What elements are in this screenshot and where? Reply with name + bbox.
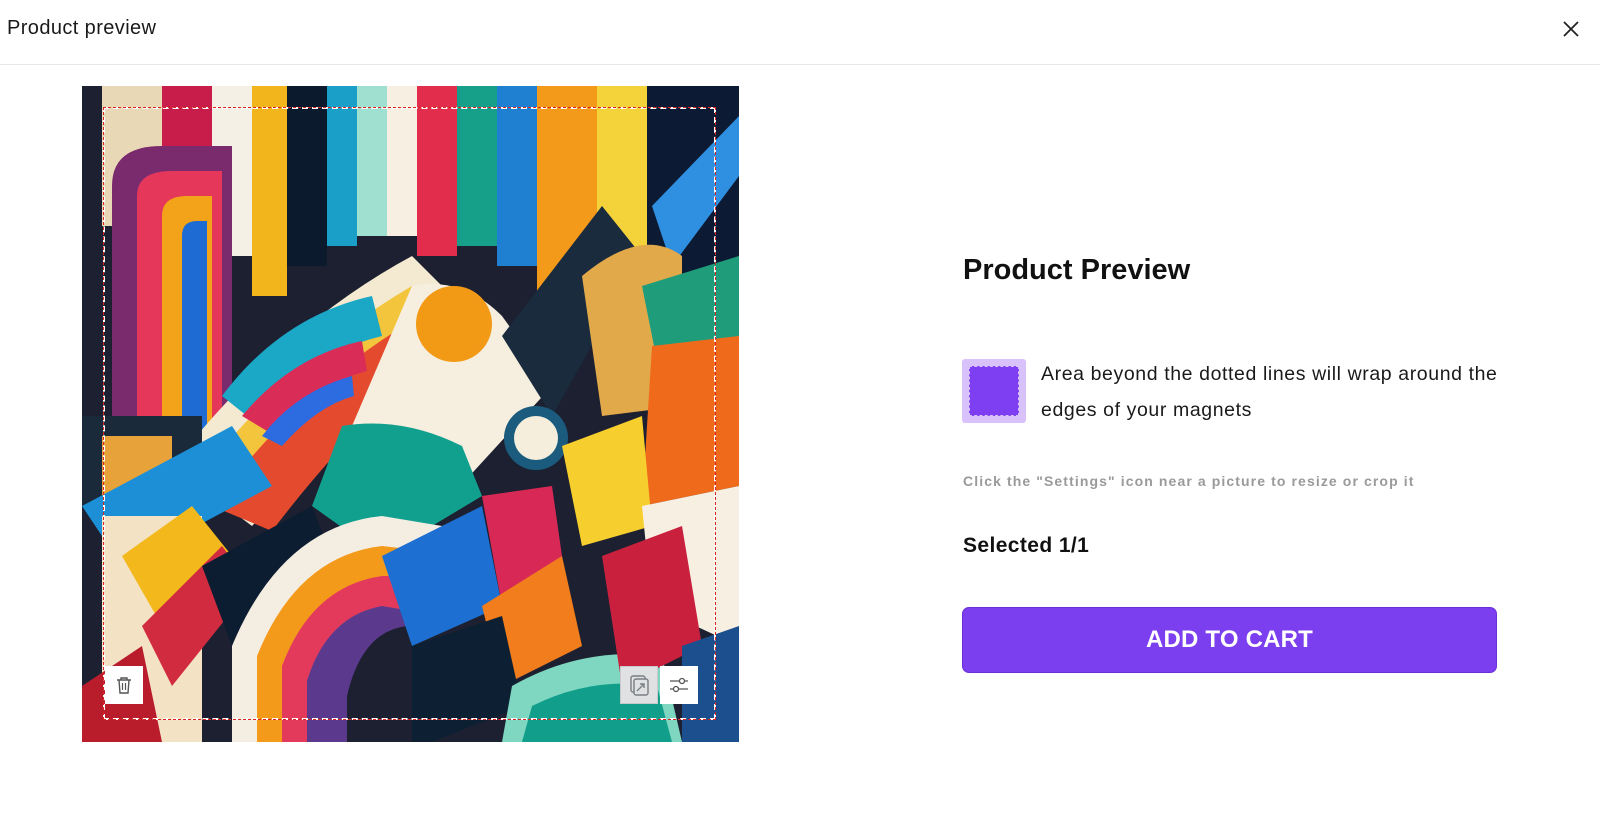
settings-hint: Click the "Settings" icon near a picture… — [963, 473, 1415, 489]
add-to-cart-button[interactable]: ADD TO CART — [962, 607, 1497, 673]
close-icon — [1563, 21, 1579, 37]
swatch-inner — [969, 366, 1019, 416]
wrap-area-swatch-icon — [962, 359, 1026, 423]
wrap-boundary-dotted-line — [103, 107, 716, 720]
wrap-note: Area beyond the dotted lines will wrap a… — [1041, 363, 1498, 421]
modal-header: Product preview — [0, 0, 1600, 65]
panel-title: Product Preview — [963, 254, 1191, 286]
trash-icon — [117, 677, 131, 694]
settings-button[interactable] — [660, 666, 698, 704]
product-preview-image[interactable] — [82, 86, 739, 742]
swap-image-icon — [630, 675, 649, 696]
sliders-icon — [670, 677, 688, 693]
modal-title: Product preview — [7, 17, 157, 39]
delete-image-button[interactable] — [105, 666, 143, 704]
selected-count: Selected 1/1 — [963, 534, 1090, 557]
replace-image-button[interactable] — [620, 666, 658, 704]
close-button[interactable] — [1556, 14, 1586, 44]
